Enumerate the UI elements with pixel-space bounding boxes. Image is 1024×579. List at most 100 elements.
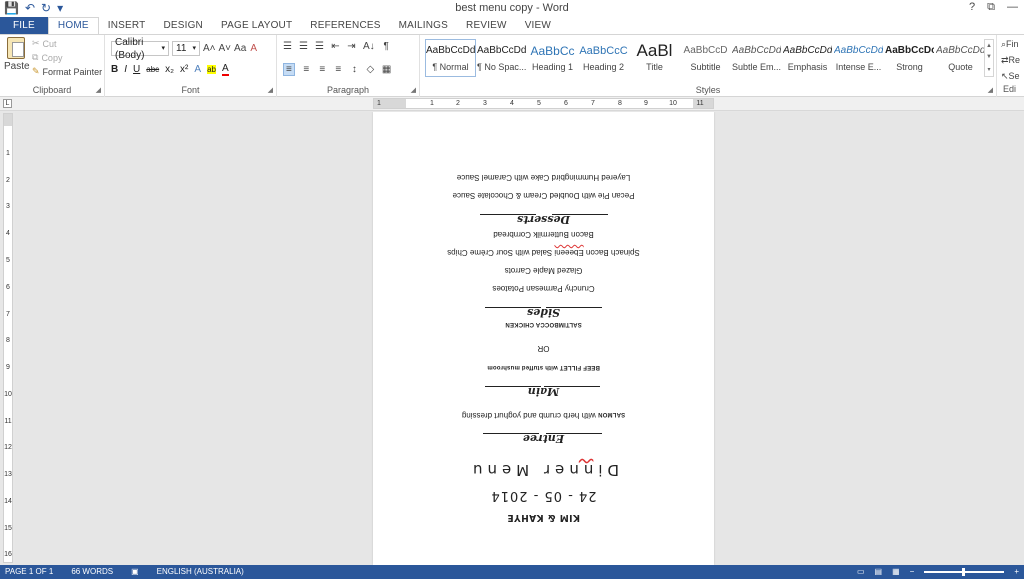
language-indicator[interactable]: ENGLISH (AUSTRALIA) [157, 565, 244, 579]
align-left-button[interactable]: ≡ [283, 63, 295, 76]
main-item-beef[interactable]: BEEF FILLET with stuffed mushroom [373, 364, 714, 373]
font-color-button[interactable]: A [221, 63, 229, 76]
clear-formatting-button[interactable]: A [249, 43, 258, 54]
align-right-button[interactable]: ≡ [318, 64, 327, 75]
event-date[interactable]: 24 - 05 - 2014 [373, 488, 714, 503]
decrease-indent-button[interactable]: ⇤ [331, 41, 340, 52]
italic-button[interactable]: I [124, 64, 127, 75]
align-center-button[interactable]: ≡ [302, 64, 311, 75]
style-title[interactable]: AaBl Title [629, 39, 680, 77]
paste-button[interactable]: Paste [4, 37, 30, 72]
menu-title[interactable]: Dinner Menu [373, 461, 714, 479]
show-marks-button[interactable]: ¶ [382, 41, 391, 52]
entree-item[interactable]: SALMON with herb crumb and yoghurt dress… [373, 411, 714, 420]
main-item-chicken[interactable]: SALTIMBOCCA CHICKEN [373, 320, 714, 332]
cut-button[interactable]: ✂ Cut [32, 38, 102, 49]
line-spacing-button[interactable]: ↕ [350, 64, 359, 75]
underline-button[interactable]: U [133, 64, 140, 75]
side-item[interactable]: Spinach Bacon Ebeeeni Salad with Sour Cr… [373, 248, 714, 257]
more-icon[interactable]: ▾ [987, 66, 990, 73]
shading-button[interactable]: ◇ [366, 64, 375, 75]
style-normal[interactable]: AaBbCcDd ¶ Normal [425, 39, 476, 77]
web-layout-icon[interactable]: ▦ [892, 565, 900, 579]
style-no-spacing[interactable]: AaBbCcDd ¶ No Spac... [476, 39, 527, 77]
tab-home[interactable]: HOME [47, 17, 99, 34]
justify-button[interactable]: ≡ [334, 64, 343, 75]
dialog-launcher-icon[interactable]: ◢ [411, 86, 416, 94]
superscript-button[interactable]: x² [180, 64, 188, 75]
zoom-in-button[interactable]: + [1014, 565, 1019, 579]
zoom-slider[interactable] [924, 568, 1005, 576]
style-subtitle[interactable]: AaBbCcD Subtitle [680, 39, 731, 77]
section-main[interactable]: Main [373, 382, 714, 398]
font-name-dropdown[interactable]: Calibri (Body) ▾ [111, 37, 169, 61]
tab-references[interactable]: REFERENCES [301, 17, 389, 34]
bullets-button[interactable]: ☰ [283, 41, 292, 52]
tab-selector-icon[interactable]: L [3, 99, 12, 108]
horizontal-ruler[interactable]: 1 1 2 3 4 5 6 7 8 9 10 11 [373, 98, 714, 109]
shrink-font-button[interactable]: A˅ [219, 43, 232, 54]
tab-mailings[interactable]: MAILINGS [390, 17, 457, 34]
dessert-item[interactable]: Pecan Pie with Doubled Cream & Chocolate… [373, 191, 714, 200]
dialog-launcher-icon[interactable]: ◢ [988, 86, 993, 94]
select-button[interactable]: ↖Se [1001, 71, 1020, 82]
zoom-out-button[interactable]: − [910, 565, 915, 579]
format-painter-button[interactable]: ✎ Format Painter [32, 66, 102, 77]
font-size-dropdown[interactable]: 11 ▾ [172, 41, 200, 56]
main-or[interactable]: OR [373, 344, 714, 353]
tab-file[interactable]: FILE [0, 17, 48, 34]
dialog-launcher-icon[interactable]: ◢ [96, 86, 101, 94]
side-item[interactable]: Bacon Buttermilk Cornbread [373, 230, 714, 239]
grow-font-button[interactable]: A˄ [203, 43, 216, 54]
replace-button[interactable]: ⇄Re [1001, 55, 1020, 66]
tab-design[interactable]: DESIGN [154, 17, 212, 34]
ruler-number: 2 [6, 177, 10, 184]
tab-view[interactable]: VIEW [516, 17, 560, 34]
help-icon[interactable]: ? [969, 1, 975, 14]
text-effects-button[interactable]: A [194, 64, 201, 75]
minimize-icon[interactable]: — [1007, 1, 1018, 14]
style-quote[interactable]: AaBbCcDd Quote [935, 39, 986, 77]
multilevel-list-button[interactable]: ☰ [315, 41, 324, 52]
style-subtle-emphasis[interactable]: AaBbCcDd Subtle Em... [731, 39, 782, 77]
section-sides[interactable]: Sides [373, 303, 714, 319]
section-entree[interactable]: Entree [373, 429, 714, 445]
dialog-launcher-icon[interactable]: ◢ [268, 86, 273, 94]
highlight-button[interactable]: ab [207, 65, 216, 74]
style-intense-emphasis[interactable]: AaBbCcDd Intense E... [833, 39, 884, 77]
style-emphasis[interactable]: AaBbCcDd Emphasis [782, 39, 833, 77]
style-heading-2[interactable]: AaBbCcC Heading 2 [578, 39, 629, 77]
styles-gallery-scroll[interactable]: ▲ ▼ ▾ [984, 39, 994, 77]
subscript-button[interactable]: x₂ [165, 64, 174, 75]
tab-page-layout[interactable]: PAGE LAYOUT [212, 17, 301, 34]
print-layout-icon[interactable]: ▤ [875, 565, 883, 579]
bold-button[interactable]: B [111, 64, 118, 75]
increase-indent-button[interactable]: ⇥ [347, 41, 356, 52]
chevron-up-icon[interactable]: ▲ [986, 43, 992, 49]
vertical-ruler[interactable]: 1 2 3 4 5 6 7 8 9 10 11 12 13 14 15 16 [3, 113, 13, 563]
document-workspace[interactable]: KIM & KAHYE 24 - 05 - 2014 Dinner Menu E… [15, 112, 1024, 565]
side-item[interactable]: Crunchy Parmesan Potatoes [373, 284, 714, 293]
couple-names[interactable]: KIM & KAHYE [373, 512, 714, 523]
word-count[interactable]: 66 WORDS [71, 565, 113, 579]
proofing-icon[interactable]: ▣ [131, 565, 139, 579]
style-strong[interactable]: AaBbCcDc Strong [884, 39, 935, 77]
style-heading-1[interactable]: AaBbCc Heading 1 [527, 39, 578, 77]
chevron-down-icon[interactable]: ▼ [986, 54, 992, 60]
document-page[interactable]: KIM & KAHYE 24 - 05 - 2014 Dinner Menu E… [373, 112, 714, 565]
dessert-item[interactable]: Layered Hummingbird Cake with Caramel Sa… [373, 173, 714, 182]
find-button[interactable]: ⌕Fin [1001, 39, 1020, 50]
restore-icon[interactable]: ⧉ [987, 1, 995, 14]
borders-button[interactable]: ▦ [382, 64, 391, 75]
numbering-button[interactable]: ☰ [299, 41, 308, 52]
page-count[interactable]: PAGE 1 OF 1 [5, 565, 53, 579]
read-mode-icon[interactable]: ▭ [857, 565, 865, 579]
tab-review[interactable]: REVIEW [457, 17, 516, 34]
tab-insert[interactable]: INSERT [99, 17, 155, 34]
section-desserts[interactable]: Desserts [373, 210, 714, 226]
sort-button[interactable]: A↓ [363, 41, 375, 52]
side-item[interactable]: Glazed Maple Carrots [373, 266, 714, 275]
change-case-button[interactable]: Aa [234, 43, 246, 54]
strikethrough-button[interactable]: abc [146, 65, 159, 74]
copy-button[interactable]: ⧉ Copy [32, 52, 102, 63]
